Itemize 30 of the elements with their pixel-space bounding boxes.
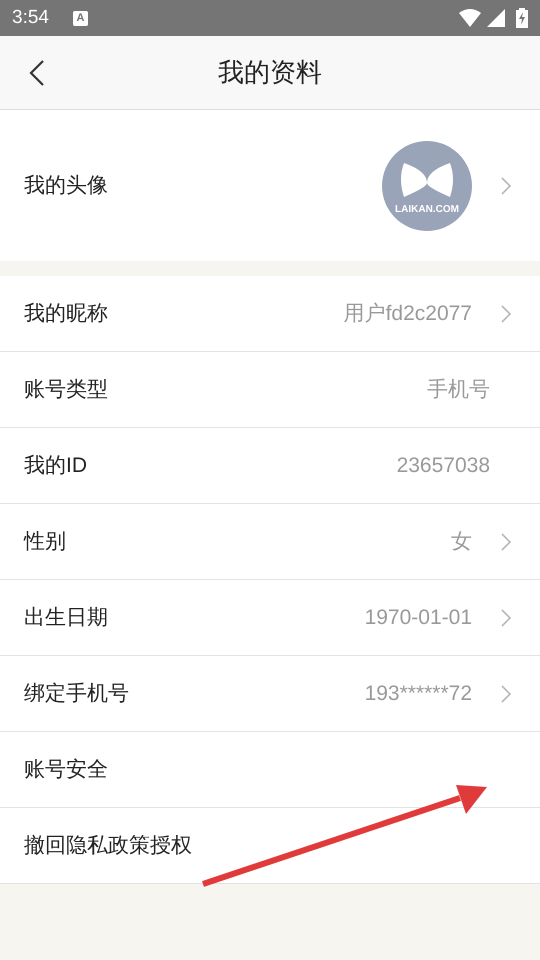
settings-row[interactable]: 账号类型 手机号	[0, 352, 540, 428]
row-value: 用户fd2c2077	[344, 300, 472, 327]
row-label: 撤回隐私政策授权	[24, 832, 193, 859]
notification-icon: A	[72, 10, 88, 26]
row-label: 我的昵称	[24, 300, 109, 327]
settings-row[interactable]: 绑定手机号 193******72	[0, 656, 540, 732]
settings-row[interactable]: 性别 女	[0, 504, 540, 580]
wifi-icon	[458, 8, 482, 28]
row-value: 女	[451, 528, 472, 555]
row-label: 我的ID	[24, 452, 88, 479]
signal-icon	[486, 8, 506, 28]
row-value: 手机号	[427, 376, 490, 403]
row-label: 性别	[24, 528, 67, 555]
avatar-row[interactable]: 我的头像 LAIKAN.COM	[0, 110, 540, 261]
status-time: 3:54	[12, 6, 49, 30]
row-label: 我的头像	[24, 172, 109, 199]
settings-row[interactable]: 出生日期 1970-01-01	[0, 580, 540, 656]
settings-row[interactable]: 撤回隐私政策授权	[0, 808, 540, 884]
page-title: 我的资料	[218, 56, 322, 89]
row-label: 出生日期	[24, 604, 109, 631]
settings-row[interactable]: 我的ID 23657038	[0, 428, 540, 504]
row-label: 绑定手机号	[24, 680, 130, 707]
settings-row[interactable]: 我的昵称 用户fd2c2077	[0, 276, 540, 352]
avatar-logo: LAIKAN.COM	[382, 140, 472, 230]
row-value: 23657038	[396, 452, 490, 479]
row-label: 账号类型	[24, 376, 109, 403]
battery-icon	[516, 8, 528, 28]
row-label: 账号安全	[24, 756, 109, 783]
row-value: 1970-01-01	[364, 604, 472, 631]
row-value: 193******72	[364, 680, 472, 707]
